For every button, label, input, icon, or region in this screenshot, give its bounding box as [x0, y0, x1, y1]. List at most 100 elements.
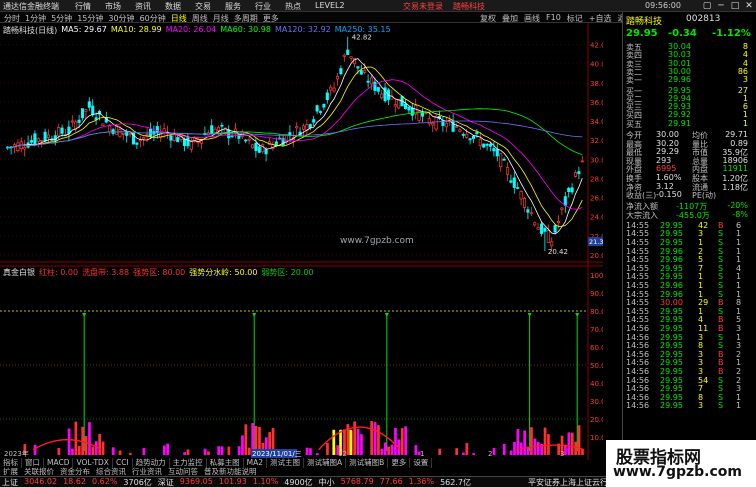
histogram-bar [67, 428, 71, 455]
index-amount: 562.7亿 [440, 478, 471, 487]
histogram-bar [455, 448, 459, 455]
indicator-tab-9[interactable]: 测试主图 [267, 458, 305, 468]
histogram-bar [33, 444, 37, 455]
indicator-legend-item: 弱势区: 20.00 [261, 268, 314, 277]
chart-watermark: www.7gpzb.com [340, 236, 414, 246]
ma-legend-item: MA250: 35.15 [334, 25, 391, 34]
brand-overlay: 股票指标网 www.7gpzb.com [606, 440, 756, 487]
menu-item-6[interactable]: 行业 [255, 1, 271, 12]
menu-item-7[interactable]: 热点 [285, 1, 301, 12]
index-name[interactable]: 深证 [158, 477, 174, 487]
histogram-bar [166, 443, 170, 455]
histogram-bar [88, 422, 91, 455]
extension-tab-3[interactable]: 综合资讯 [93, 468, 129, 476]
histogram-bar [513, 442, 516, 455]
menu-item-2[interactable]: 资讯 [135, 1, 151, 12]
price-pct: -1.12% [712, 28, 751, 39]
indicator-axis-label: 90.00 [590, 290, 603, 298]
kline-chart[interactable]: 42.00 40.00 38.00 36.00 34.00 32.00 30.00 28.00… [0, 23, 603, 460]
ma-legend-item: MA60: 30.98 [220, 25, 271, 34]
indicator-tab-12[interactable]: 更多 [388, 458, 411, 468]
histogram-bar [530, 427, 533, 455]
index-value: 3046.02 [24, 477, 58, 486]
center-link-0[interactable]: 交易未登录 [403, 1, 443, 12]
indicator-name: 真金白银 [3, 268, 35, 277]
histogram-bar [383, 442, 387, 455]
date-label: 12 [338, 450, 347, 458]
price-axis-label: 20.00 [590, 252, 603, 260]
histogram-bar [370, 421, 374, 455]
index-value: 9369.05 [179, 477, 213, 486]
histogram-bar [98, 433, 102, 455]
tick-side: S [718, 401, 724, 411]
extension-tab-5[interactable]: 互动问答 [165, 468, 201, 476]
histogram-bar [186, 449, 190, 455]
price-axis-label: 26.00 [590, 195, 603, 203]
flow-value: -455.0万 [676, 210, 710, 220]
indicator-tab-13[interactable]: 设置 [410, 458, 433, 468]
menu-item-8[interactable]: LEVEL2 [315, 1, 345, 12]
histogram-bar [414, 445, 418, 455]
low-label: 20.42 [548, 248, 568, 256]
histogram-bar [377, 425, 380, 455]
bid-row[interactable]: 买五 29.91 1 [626, 119, 748, 129]
stat-value: -0.150 [656, 190, 682, 200]
bid-label: 买五 [626, 119, 642, 129]
index-name[interactable]: 上证 [2, 477, 18, 487]
indicator-axis-label: 50.00 [590, 362, 603, 370]
date-label: 1 [420, 450, 424, 458]
histogram-bar [502, 443, 506, 455]
histogram-bar [404, 426, 408, 455]
extension-tab-6[interactable]: 普及新功能说明 [201, 468, 260, 476]
indicator-tab-11[interactable]: 测试辅图B [346, 458, 389, 468]
extension-tabs: 扩展 关联报价 资金分布 综合资讯 行业资讯 互动问答 普及新功能说明 [0, 468, 620, 476]
flow-row: 净流入额 -1107万 -20% [626, 201, 748, 211]
flow-pct: -8% [732, 209, 748, 219]
minimize-icon[interactable]: ─ [714, 0, 728, 12]
close-icon[interactable]: ✕ [742, 0, 756, 12]
menu-item-4[interactable]: 交易 [195, 1, 211, 12]
clock: 09:56:00 [645, 1, 681, 10]
price-axis-label: 32.00 [590, 137, 603, 145]
histogram-bar [128, 452, 132, 455]
histogram-bar [217, 446, 221, 455]
brand-line-2: www.7gpzb.com [613, 464, 743, 480]
maximize-icon[interactable]: □ [728, 0, 742, 12]
flow-row: 大宗流入 -455.0万 -8% [626, 209, 748, 220]
histogram-bar [577, 425, 581, 455]
date-label: 2023/11/01/三 [252, 450, 302, 458]
menu-item-3[interactable]: 数据 [165, 1, 181, 12]
indicator-tabs: 指标 窗口 MACD VOL-TDX CCI 趋势动力 主力监控 私募主图 MA2 测试主图 测试辅… [0, 458, 620, 468]
histogram-bar [241, 435, 244, 455]
indicator-legend-item: 强势分水岭: 50.00 [189, 268, 258, 277]
stat-label: 收益(三) [626, 191, 657, 201]
menu-item-5[interactable]: 服务 [225, 1, 241, 12]
menu-item-0[interactable]: 行情 [75, 1, 91, 12]
index-name[interactable]: 中小 [319, 477, 335, 487]
extension-tab-4[interactable]: 行业资讯 [129, 468, 165, 476]
tick-vol: 3 [698, 401, 704, 411]
price-axis-label: 40.00 [590, 61, 603, 69]
histogram-bar [465, 443, 469, 455]
server-name: 平安证券上海上证云行情 [528, 478, 616, 487]
indicator-axis-label: 70.00 [590, 326, 603, 334]
center-link-1[interactable]: 踏畅科技 [453, 1, 485, 12]
index-pct: 0.62% [92, 477, 118, 486]
tick-row: 14:56 29.95 3 S 1 [626, 401, 748, 410]
indicator-axis-label: 40.00 [590, 380, 603, 388]
price-axis-label: 34.00 [590, 118, 603, 126]
histogram-bar [390, 444, 394, 455]
histogram-bar [349, 429, 353, 455]
histogram-bar [183, 452, 187, 455]
indicator-tab-10[interactable]: 测试辅图A [304, 458, 347, 468]
histogram-bar [220, 446, 224, 455]
extension-tab-0[interactable]: 扩展 [0, 468, 21, 476]
extension-tab-1[interactable]: 关联报价 [21, 468, 57, 476]
menu-item-1[interactable]: 市场 [105, 1, 121, 12]
histogram-bar [91, 446, 95, 455]
index-pct: 1.36% [408, 477, 435, 486]
extension-tab-2[interactable]: 资金分布 [57, 468, 93, 476]
restore-icon[interactable]: ▢ [700, 0, 714, 12]
histogram-bar [162, 445, 166, 455]
ask-row[interactable]: 卖一 29.96 3 [626, 75, 748, 85]
